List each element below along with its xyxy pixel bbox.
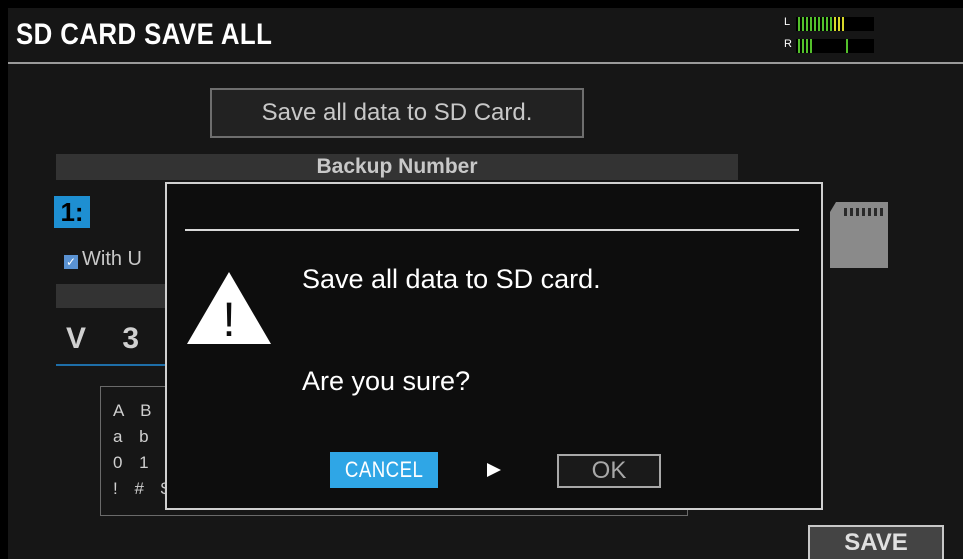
- warning-glyph: !: [222, 294, 235, 346]
- dialog-message: Save all data to SD card.: [302, 264, 601, 294]
- header: SD CARD SAVE ALL L R: [8, 8, 963, 64]
- confirm-dialog: ! Save all data to SD card. Are you sure…: [165, 182, 823, 510]
- ok-button[interactable]: OK: [557, 454, 661, 488]
- sd-card-icon: [830, 202, 888, 268]
- meter-right-bar: [796, 39, 874, 53]
- dialog-divider: [185, 229, 799, 231]
- page-title: SD CARD SAVE ALL: [16, 18, 273, 51]
- with-user-label: With U: [82, 248, 142, 270]
- meter-left-label: L: [784, 16, 791, 28]
- warning-icon: !: [187, 272, 271, 346]
- dialog-question: Are you sure?: [302, 366, 471, 396]
- cancel-button[interactable]: CANCEL: [330, 452, 438, 488]
- save-button[interactable]: SAVE: [808, 525, 944, 559]
- screen: SD CARD SAVE ALL L R Save all data to SD…: [8, 8, 963, 559]
- checkbox-icon: ✓: [64, 255, 78, 269]
- backup-number-header: Backup Number: [56, 154, 738, 180]
- with-user-checkbox[interactable]: ✓ With U: [64, 248, 142, 271]
- cancel-button-label: CANCEL: [344, 457, 424, 482]
- header-divider: [8, 62, 963, 64]
- save-all-info-box: Save all data to SD Card.: [210, 88, 584, 138]
- meter-right-label: R: [784, 38, 792, 50]
- backup-number-value[interactable]: 1:: [54, 196, 90, 228]
- right-arrow-icon: [487, 463, 501, 477]
- meter-left-bar: [796, 17, 874, 31]
